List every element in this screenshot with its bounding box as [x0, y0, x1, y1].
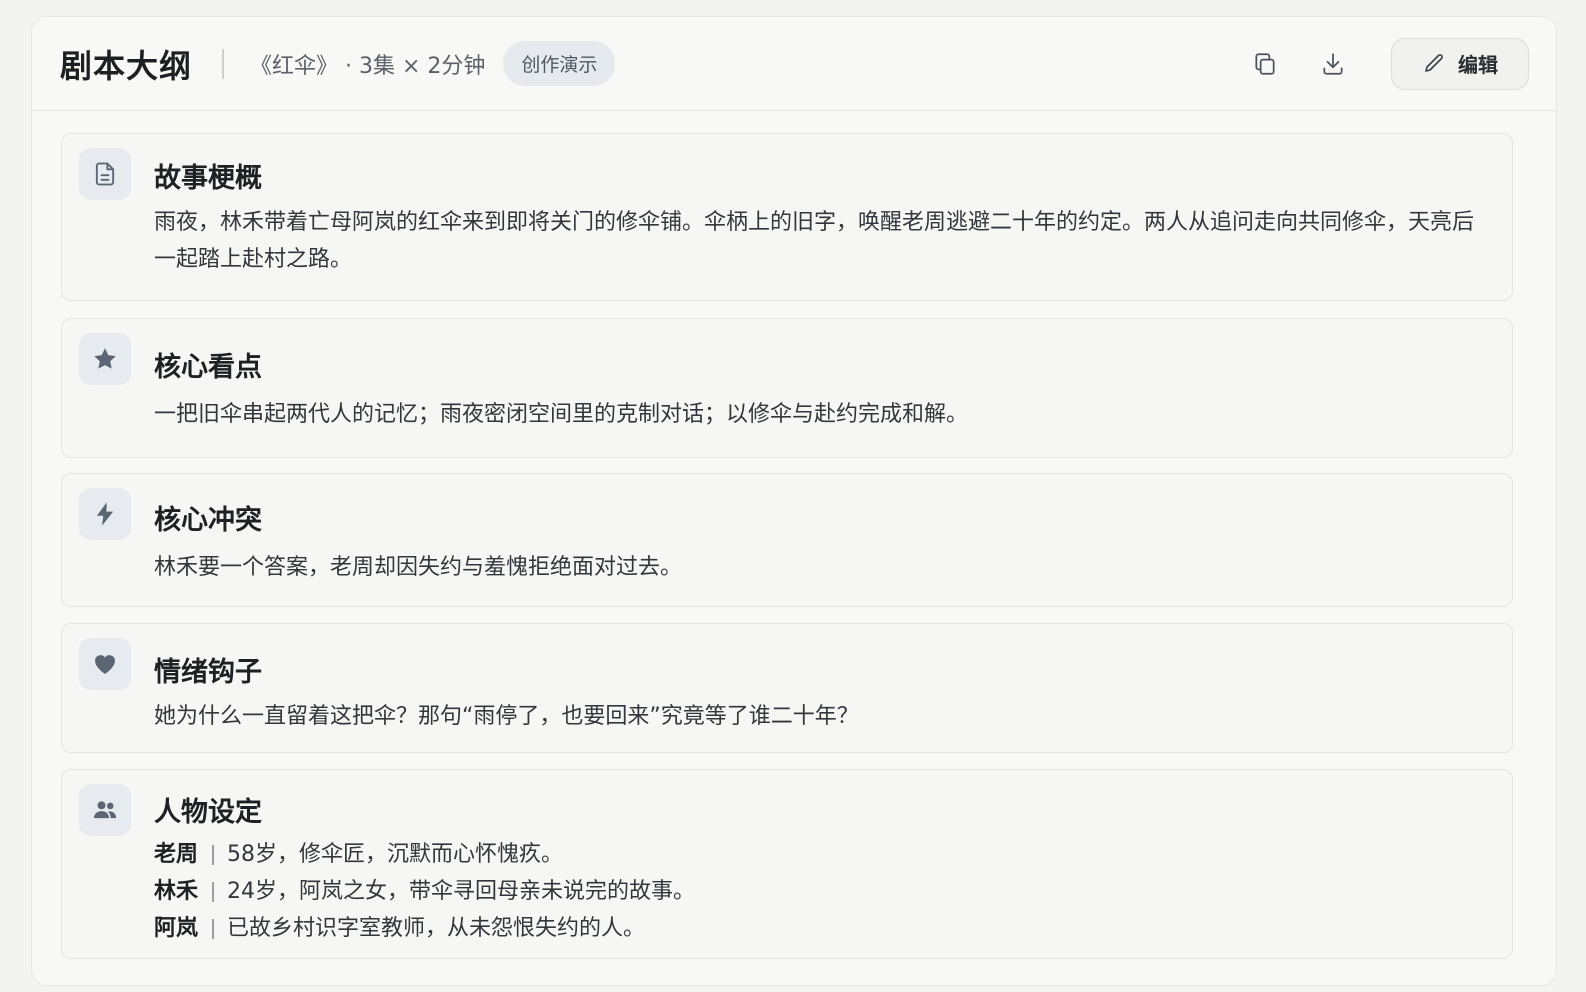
edit-button[interactable]: 编辑 — [1391, 37, 1529, 90]
copy-button[interactable] — [1243, 42, 1287, 86]
characters-icon-badge — [79, 784, 131, 836]
demo-badge: 创作演示 — [503, 41, 616, 86]
character-separator — [212, 918, 215, 939]
character-separator — [212, 844, 215, 865]
script-meta: 《红伞》 · 3集 × 2分钟 — [250, 53, 486, 79]
download-icon — [1323, 52, 1343, 75]
character-desc: 已故乡村识字室教师，从未怨恨失约的人。 — [227, 916, 646, 941]
character-name: 阿岚 — [154, 916, 199, 941]
synopsis-body: 雨夜，林禾带着亡母阿岚的红伞来到即将关门的修伞铺。伞柄上的旧字，唤醒老周逃避二十… — [154, 210, 1475, 272]
character-desc: 58岁，修伞匠，沉默而心怀愧疚。 — [227, 842, 564, 867]
highlights-card: 核心看点 一把旧伞串起两代人的记忆；雨夜密闭空间里的克制对话；以修伞与赴约完成和… — [61, 318, 1513, 458]
conflict-title: 核心冲突 — [154, 505, 262, 536]
download-button[interactable] — [1311, 42, 1355, 86]
copy-icon — [1255, 52, 1275, 75]
hook-body: 她为什么一直留着这把伞？那句“雨停了，也要回来”究竟等了谁二十年？ — [154, 704, 859, 729]
heart-icon — [95, 655, 115, 674]
characters-card: 人物设定 老周 58岁，修伞匠，沉默而心怀愧疚。 林禾 24岁，阿岚之女，带伞寻… — [61, 769, 1513, 959]
users-icon — [93, 801, 117, 819]
synopsis-card: 故事梗概 雨夜，林禾带着亡母阿岚的红伞来到即将关门的修伞铺。伞柄上的旧字，唤醒老… — [61, 133, 1513, 301]
pencil-icon — [1425, 53, 1443, 72]
character-row: 林禾 24岁，阿岚之女，带伞寻回母亲未说完的故事。 — [154, 873, 1486, 910]
characters-list: 老周 58岁，修伞匠，沉默而心怀愧疚。 林禾 24岁，阿岚之女，带伞寻回母亲未说… — [154, 836, 1486, 947]
outline-panel: 剧本大纲 《红伞》 · 3集 × 2分钟 创作演示 编辑 故事梗概 雨夜，林禾带… — [31, 16, 1557, 986]
highlights-icon-badge — [79, 333, 131, 385]
conflict-body: 林禾要一个答案，老周却因失约与羞愧拒绝面对过去。 — [154, 555, 683, 580]
hook-card: 情绪钩子 她为什么一直留着这把伞？那句“雨停了，也要回来”究竟等了谁二十年？ — [61, 623, 1513, 753]
edit-label: 编辑 — [1458, 53, 1498, 77]
synopsis-icon-badge — [79, 148, 131, 200]
document-icon — [95, 162, 115, 186]
lightning-icon — [96, 502, 114, 526]
characters-title: 人物设定 — [154, 797, 262, 828]
character-separator — [212, 881, 215, 902]
hook-title: 情绪钩子 — [154, 657, 262, 688]
highlights-body: 一把旧伞串起两代人的记忆；雨夜密闭空间里的克制对话；以修伞与赴约完成和解。 — [154, 402, 969, 427]
character-row: 阿岚 已故乡村识字室教师，从未怨恨失约的人。 — [154, 910, 1486, 947]
character-name: 老周 — [154, 842, 199, 867]
synopsis-title: 故事梗概 — [154, 163, 262, 194]
star-icon — [94, 348, 116, 369]
character-desc: 24岁，阿岚之女，带伞寻回母亲未说完的故事。 — [227, 879, 696, 904]
hook-icon-badge — [79, 638, 131, 690]
page-title: 剧本大纲 — [60, 46, 193, 85]
highlights-title: 核心看点 — [154, 352, 262, 383]
character-row: 老周 58岁，修伞匠，沉默而心怀愧疚。 — [154, 836, 1486, 873]
title-divider — [222, 48, 225, 79]
conflict-icon-badge — [79, 488, 131, 540]
character-name: 林禾 — [154, 879, 199, 904]
conflict-card: 核心冲突 林禾要一个答案，老周却因失约与羞愧拒绝面对过去。 — [61, 473, 1513, 607]
header: 剧本大纲 《红伞》 · 3集 × 2分钟 创作演示 编辑 — [32, 17, 1556, 111]
